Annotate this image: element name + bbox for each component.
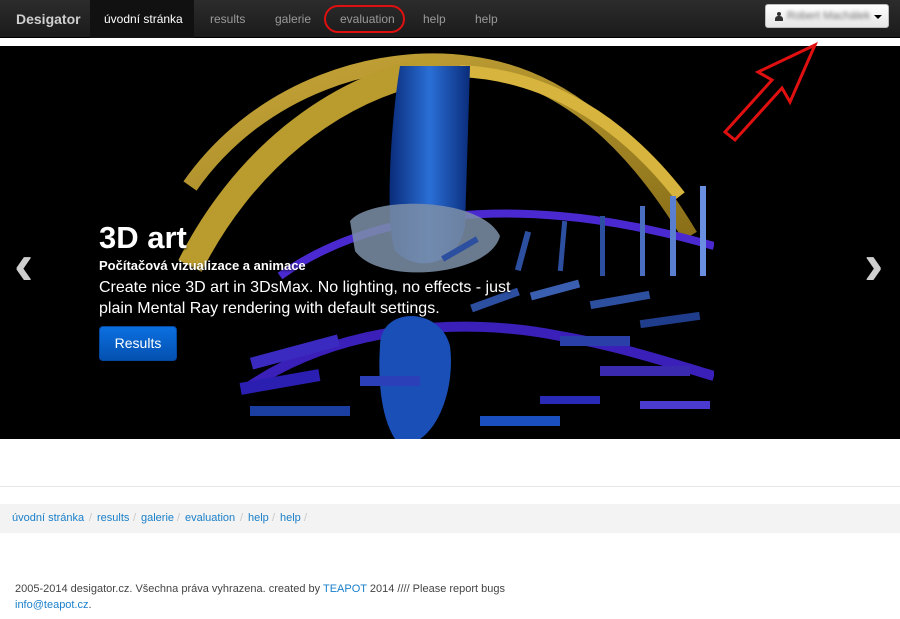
breadcrumb: úvodní stránka / results / galerie / eva… bbox=[0, 504, 900, 533]
breadcrumb-galerie[interactable]: galerie bbox=[141, 512, 174, 524]
caret-down-icon bbox=[874, 15, 882, 19]
annotation-arrow-icon bbox=[722, 41, 818, 143]
breadcrumb-evaluation[interactable]: evaluation bbox=[185, 512, 235, 524]
nav-item-help-2[interactable]: help bbox=[475, 12, 498, 26]
carousel-caption: 3D art Počítačová vizualizace a animace … bbox=[99, 220, 539, 319]
section-divider bbox=[0, 486, 900, 487]
breadcrumb-separator: / bbox=[133, 512, 137, 524]
carousel-next-icon[interactable]: › bbox=[864, 236, 883, 294]
user-icon bbox=[775, 12, 783, 21]
results-button[interactable]: Results bbox=[99, 326, 177, 361]
breadcrumb-uvodni-stranka[interactable]: úvodní stránka bbox=[12, 512, 84, 524]
carousel-prev-icon[interactable]: ‹ bbox=[14, 236, 33, 294]
footer-report-text: 2014 //// Please report bugs bbox=[366, 583, 506, 595]
evaluation-highlight-circle bbox=[324, 5, 405, 33]
footer-email-link[interactable]: info@teapot.cz bbox=[15, 599, 89, 611]
breadcrumb-separator: / bbox=[240, 512, 244, 524]
carousel-subtitle: Počítačová vizualizace a animace bbox=[99, 258, 306, 273]
footer-period: . bbox=[88, 599, 92, 611]
breadcrumb-help[interactable]: help bbox=[248, 512, 269, 524]
nav-item-uvodni-stranka[interactable]: úvodní stránka bbox=[104, 12, 183, 26]
user-name: Robert Machálek bbox=[787, 10, 871, 22]
carousel-title: 3D art bbox=[99, 220, 187, 255]
nav-item-galerie[interactable]: galerie bbox=[275, 12, 311, 26]
nav-item-help[interactable]: help bbox=[423, 12, 446, 26]
breadcrumb-separator: / bbox=[304, 512, 308, 524]
breadcrumb-results[interactable]: results bbox=[97, 512, 129, 524]
footer: 2005-2014 desigator.cz. Všechna práva vy… bbox=[15, 581, 505, 613]
breadcrumb-separator: / bbox=[89, 512, 93, 524]
breadcrumb-separator: / bbox=[177, 512, 181, 524]
brand-logo[interactable]: Desigator bbox=[16, 11, 81, 27]
footer-copyright: 2005-2014 desigator.cz. Všechna práva vy… bbox=[15, 583, 323, 595]
user-menu-button[interactable]: Robert Machálek bbox=[765, 4, 889, 28]
breadcrumb-separator: / bbox=[272, 512, 276, 524]
nav-item-results[interactable]: results bbox=[210, 12, 245, 26]
top-navbar: Desigator úvodní stránka results galerie… bbox=[0, 0, 900, 38]
breadcrumb-help-2[interactable]: help bbox=[280, 512, 301, 524]
footer-teapot-link[interactable]: TEAPOT bbox=[323, 583, 367, 595]
carousel-description: Create nice 3D art in 3DsMax. No lightin… bbox=[99, 279, 511, 317]
